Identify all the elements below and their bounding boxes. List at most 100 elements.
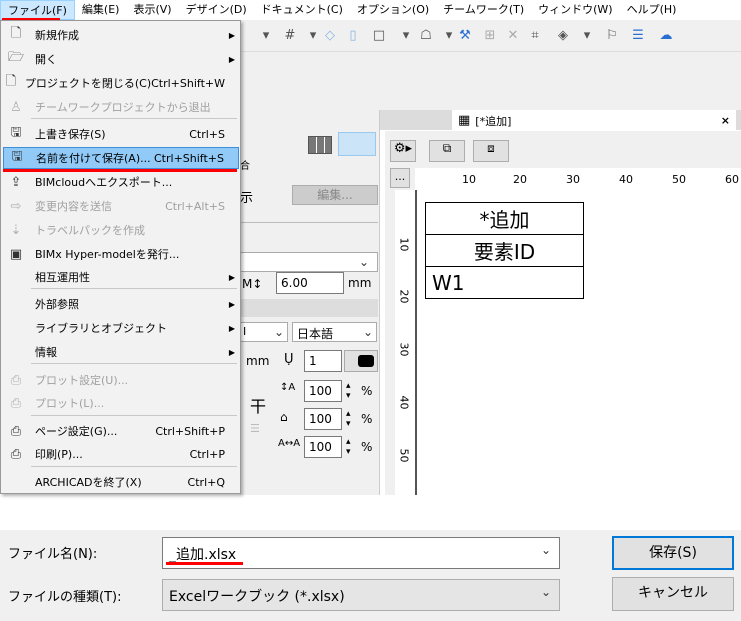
table-icon: ▦ xyxy=(458,113,471,128)
menu-item[interactable]: 🖫 上書き保存(S) Ctrl+S xyxy=(3,123,239,145)
file-menu-dropdown: 🗋 新規作成 ▶ 🗁 開く ▶ 🗋 プロジェクトを閉じる(C) Ctrl+Shift+W ♙ チーム… xyxy=(0,20,241,494)
save-icon: 🖫 xyxy=(10,125,22,140)
menu-item[interactable]: ♙ チームワークプロジェクトから退出 xyxy=(3,96,239,118)
spinner[interactable]: ▴ ▾ xyxy=(346,437,351,457)
menu-item[interactable]: ⎙ ページ設定(G)... Ctrl+Shift+P xyxy=(3,420,239,442)
tab-title: [*追加] xyxy=(475,114,512,128)
close-tab-button[interactable]: × xyxy=(721,114,730,127)
settings-gear-button[interactable]: ⚙▸ xyxy=(390,140,416,162)
menu-item[interactable]: ⎙ プロット(L)... xyxy=(3,392,239,414)
menu-item-label: BIMx Hyper-modelを発行... xyxy=(35,248,180,261)
issue-list-icon[interactable]: ☰ xyxy=(630,28,646,44)
3d-view-icon[interactable]: ◈ xyxy=(555,28,571,44)
align-icon[interactable]: 干 xyxy=(250,393,266,417)
text-size-input[interactable]: 6.00 xyxy=(276,272,344,294)
menu-item[interactable]: ⇣ トラベルパックを作成 xyxy=(3,219,239,241)
filetype-select[interactable]: Excelワークブック (*.xlsx) ⌄ xyxy=(162,579,560,611)
survey-icon[interactable]: ⚒ xyxy=(457,28,473,44)
ruler-label: 30 xyxy=(397,342,411,357)
layer-icon[interactable]: □ xyxy=(371,28,387,44)
pen-input[interactable]: 1 xyxy=(304,350,342,372)
submenu-arrow-icon: ▶ xyxy=(228,30,235,40)
menu-item-shortcut: Ctrl+Alt+S xyxy=(165,199,225,213)
menu-document[interactable]: ドキュメント(C) xyxy=(254,0,350,20)
more-button[interactable]: ... xyxy=(390,168,410,188)
menu-item[interactable]: 🗋 新規作成 ▶ xyxy=(3,24,239,46)
menu-item[interactable]: ▣ BIMx Hyper-modelを発行... xyxy=(3,243,239,265)
menu-view[interactable]: 表示(V) xyxy=(126,0,178,20)
menu-item-label: トラベルパックを作成 xyxy=(35,224,145,237)
menu-item[interactable]: ⇨ 変更内容を送信 Ctrl+Alt+S xyxy=(3,195,239,217)
dimension-icon[interactable]: ⊞ xyxy=(482,28,498,44)
language-select[interactable]: 日本語 ⌄ xyxy=(292,322,377,342)
menu-help[interactable]: ヘルプ(H) xyxy=(620,0,684,20)
table-view-selected-button[interactable] xyxy=(338,132,376,156)
menu-teamwork[interactable]: チームワーク(T) xyxy=(436,0,531,20)
spinner[interactable]: ▴ ▾ xyxy=(346,409,351,429)
tab-schedule[interactable]: ▦ [*追加] × xyxy=(452,110,736,131)
menu-item-label: ライブラリとオブジェクト xyxy=(35,322,167,335)
line-spacing-input[interactable]: 100 xyxy=(304,380,342,402)
menu-options[interactable]: オプション(O) xyxy=(350,0,436,20)
justify-icon[interactable]: ☰ xyxy=(250,422,260,435)
spinner[interactable]: ▴ ▾ xyxy=(346,381,351,401)
save-dialog: ファイル名(N): _追加.xlsx ⌄ ファイルの種類(T): Excelワーク… xyxy=(0,530,741,621)
menu-item[interactable]: ⎙ 印刷(P)... Ctrl+P xyxy=(3,443,239,465)
save-button[interactable]: 保存(S) xyxy=(612,536,734,570)
dropdown-icon[interactable]: ▾ xyxy=(579,28,595,44)
menu-edit[interactable]: 編集(E) xyxy=(75,0,127,20)
schedule-header-cell[interactable]: 要素ID xyxy=(425,234,584,267)
menu-design[interactable]: デザイン(D) xyxy=(179,0,254,20)
flag-icon[interactable]: ⚐ xyxy=(604,28,620,44)
schedule-title-cell[interactable]: *追加 xyxy=(425,202,584,235)
page-setup-icon: ⎙ xyxy=(10,423,22,439)
select-objects-button[interactable]: ⧈ xyxy=(473,140,509,162)
percent-label: % xyxy=(361,412,373,426)
menu-item[interactable]: ⇪ BIMcloudへエクスポート... xyxy=(3,171,239,193)
edit-button[interactable]: 編集... xyxy=(292,185,378,205)
ruler-label: 10 xyxy=(397,237,411,252)
menu-item-shortcut: Ctrl+P xyxy=(189,447,225,461)
char-spacing-input[interactable]: 100 xyxy=(304,436,342,458)
menu-file[interactable]: ファイル(F) xyxy=(0,0,75,20)
menu-item-label: プロット設定(U)... xyxy=(35,374,129,387)
ruler-label: 20 xyxy=(513,173,527,186)
menu-item[interactable]: 🗋 プロジェクトを閉じる(C) Ctrl+Shift+W xyxy=(3,72,239,94)
selection-icon[interactable]: ⌗ xyxy=(527,28,543,44)
ruler-label: 50 xyxy=(672,173,686,186)
cancel-button[interactable]: キャンセル xyxy=(612,577,734,611)
menu-item[interactable]: 情報 ▶ xyxy=(3,341,239,363)
schedule-data-cell[interactable]: W1 xyxy=(425,266,584,299)
plot-setup-icon: ⎙ xyxy=(10,372,22,388)
lock-icon[interactable]: ☖ xyxy=(418,28,434,44)
pen-color-button[interactable] xyxy=(344,350,378,372)
panel-label-fragment: 示 xyxy=(240,191,254,206)
font-select[interactable]: ⌄ xyxy=(240,252,378,272)
menu-item[interactable]: 相互運用性 ▶ xyxy=(3,266,239,288)
fit-view-button[interactable]: ⧉ xyxy=(429,140,465,162)
dropdown-icon[interactable]: ▾ xyxy=(398,28,414,44)
menu-item[interactable]: ⎙ プロット設定(U)... xyxy=(3,369,239,391)
menu-window[interactable]: ウィンドウ(W) xyxy=(531,0,619,20)
new-document-icon: 🗋 xyxy=(10,26,22,41)
cloud-icon[interactable]: ☁ xyxy=(658,28,674,44)
width-factor-input[interactable]: 100 xyxy=(304,408,342,430)
menu-item[interactable]: ARCHICADを終了(X) Ctrl+Q xyxy=(3,471,239,493)
text-height-icon: M↕ xyxy=(242,277,263,291)
menu-item[interactable]: 🗁 開く ▶ xyxy=(3,48,239,70)
wall-icon[interactable]: ▯ xyxy=(345,28,361,44)
menu-item-label: BIMcloudへエクスポート... xyxy=(35,176,173,189)
dropdown-icon[interactable]: ▾ xyxy=(258,28,274,44)
menu-item[interactable]: 外部参照 ▶ xyxy=(3,293,239,315)
dropdown-icon[interactable]: ▾ xyxy=(305,28,321,44)
table-view-icon[interactable] xyxy=(308,136,332,154)
grid-icon[interactable]: # xyxy=(282,28,298,44)
slab-icon[interactable]: ◇ xyxy=(322,28,338,44)
vertical-ruler: 10 20 30 40 50 xyxy=(395,190,415,495)
cross-icon[interactable]: ✕ xyxy=(505,28,521,44)
dropdown-icon[interactable]: ▾ xyxy=(441,28,457,44)
font-script-select[interactable]: I ⌄ xyxy=(240,322,288,342)
menu-item[interactable]: 🖫 名前を付けて保存(A)... Ctrl+Shift+S xyxy=(3,147,239,169)
menu-item[interactable]: ライブラリとオブジェクト ▶ xyxy=(3,317,239,339)
line-spacing-icon: ↕A xyxy=(280,382,296,393)
